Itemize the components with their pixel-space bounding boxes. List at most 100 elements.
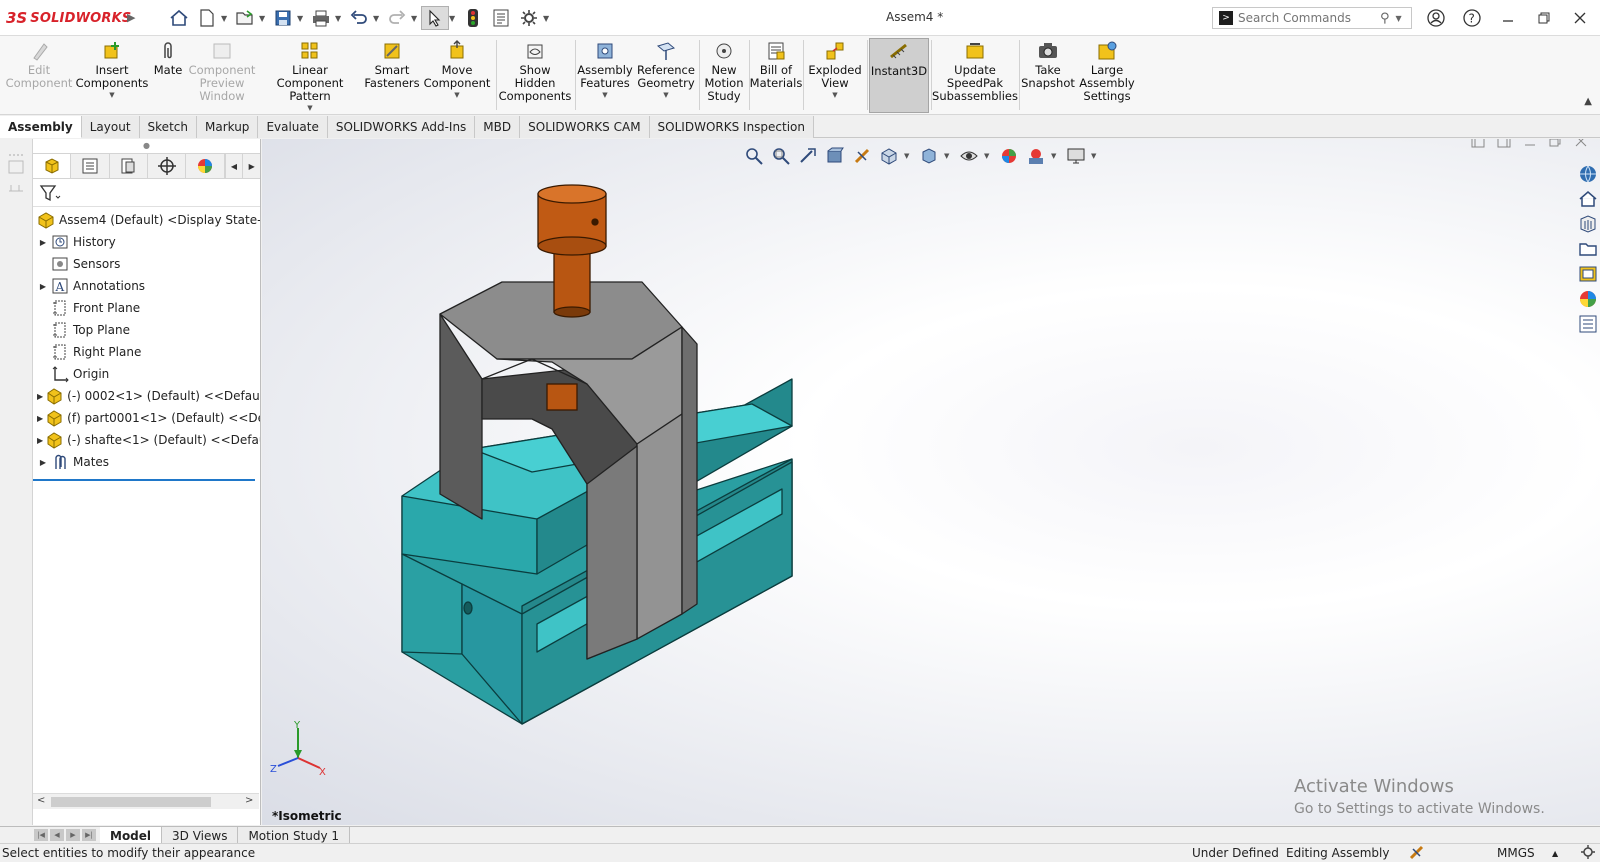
sketch-tools-icon[interactable] <box>5 147 29 207</box>
smart-fasteners-button[interactable]: Smart Fasteners <box>364 38 420 113</box>
file-explorer-button[interactable] <box>1577 238 1599 260</box>
section-view-button[interactable] <box>823 144 847 168</box>
print-button[interactable] <box>307 6 335 30</box>
menu-expand-icon[interactable]: ▶ <box>127 11 135 24</box>
rebuild-button[interactable] <box>459 6 487 30</box>
tree-horizontal-scrollbar[interactable]: < > <box>33 793 259 809</box>
tree-item-shafte[interactable]: ▶ (-) shafte<1> (Default) <<Default <box>33 429 260 451</box>
reference-geometry-dropdown-icon[interactable]: ▼ <box>663 91 668 99</box>
viewport-tile-right-icon[interactable] <box>1496 139 1514 149</box>
tab-mbd[interactable]: MBD <box>475 116 521 138</box>
new-document-button[interactable] <box>193 6 221 30</box>
move-component-dropdown-icon[interactable]: ▼ <box>454 91 459 99</box>
assembly-features-dropdown-icon[interactable]: ▼ <box>602 91 607 99</box>
view-settings-dropdown-icon[interactable]: ▼ <box>1091 152 1101 160</box>
tab-addins[interactable]: SOLIDWORKS Add-Ins <box>327 116 476 138</box>
reference-geometry-button[interactable]: Reference Geometry ▼ <box>635 38 697 113</box>
component-preview-window-button[interactable]: Component Preview Window <box>188 38 256 113</box>
graphics-area[interactable]: ▼ ▼ ▼ ▼ ▼ <box>262 139 1600 825</box>
save-button[interactable] <box>269 6 297 30</box>
property-manager-tab[interactable] <box>71 154 110 178</box>
exploded-view-dropdown-icon[interactable]: ▼ <box>832 91 837 99</box>
scroll-thumb[interactable] <box>51 797 211 807</box>
tab-sketch[interactable]: Sketch <box>139 116 197 138</box>
display-manager-tab[interactable] <box>186 154 225 178</box>
customize-status-icon[interactable] <box>1580 844 1596 860</box>
undo-dropdown-icon[interactable]: ▼ <box>373 14 383 23</box>
tab-motion-study[interactable]: Motion Study 1 <box>238 827 351 844</box>
prev-tab-icon[interactable]: ◀ <box>50 829 64 841</box>
zoom-to-area-button[interactable] <box>769 144 793 168</box>
options-button[interactable] <box>515 6 543 30</box>
options-dropdown-icon[interactable]: ▼ <box>543 14 553 23</box>
tree-filter[interactable] <box>33 179 260 207</box>
rebuild-status-icon[interactable] <box>1408 844 1426 860</box>
tree-item-part0001[interactable]: ▶ (f) part0001<1> (Default) <<Defau <box>33 407 260 429</box>
tab-markup[interactable]: Markup <box>196 116 259 138</box>
tab-cam[interactable]: SOLIDWORKS CAM <box>520 116 650 138</box>
expand-arrow-icon[interactable]: ▶ <box>37 238 49 247</box>
viewport-restore-icon[interactable] <box>1547 139 1565 149</box>
tab-3d-views[interactable]: 3D Views <box>162 827 239 844</box>
design-library-button[interactable] <box>1577 213 1599 235</box>
undo-button[interactable] <box>345 6 373 30</box>
units-status[interactable]: MMGS <box>1497 846 1535 860</box>
new-motion-study-button[interactable]: New Motion Study <box>701 38 747 113</box>
select-button[interactable] <box>421 6 449 30</box>
print-dropdown-icon[interactable]: ▼ <box>335 14 345 23</box>
tab-layout[interactable]: Layout <box>81 116 140 138</box>
select-dropdown-icon[interactable]: ▼ <box>449 14 459 23</box>
tab-inspection[interactable]: SOLIDWORKS Inspection <box>649 116 815 138</box>
bill-of-materials-button[interactable]: Bill of Materials <box>750 38 802 113</box>
tree-item-right-plane[interactable]: Right Plane <box>33 341 260 363</box>
collapse-ribbon-icon[interactable]: ▲ <box>1584 96 1592 107</box>
tree-item-top-plane[interactable]: Top Plane <box>33 319 260 341</box>
help-button[interactable]: ? <box>1457 6 1487 30</box>
appearances-button[interactable] <box>1577 288 1599 310</box>
take-snapshot-button[interactable]: Take Snapshot <box>1021 38 1075 113</box>
redo-button[interactable] <box>383 6 411 30</box>
tree-item-front-plane[interactable]: Front Plane <box>33 297 260 319</box>
redo-dropdown-icon[interactable]: ▼ <box>411 14 421 23</box>
tab-evaluate[interactable]: Evaluate <box>258 116 328 138</box>
user-account-button[interactable] <box>1421 6 1451 30</box>
assembly-features-button[interactable]: Assembly Features ▼ <box>577 38 633 113</box>
linear-component-pattern-button[interactable]: Linear Component Pattern ▼ <box>258 38 362 113</box>
view-palette-button[interactable] <box>1577 263 1599 285</box>
insert-components-button[interactable]: Insert Components ▼ <box>76 38 148 113</box>
apply-scene-dropdown-icon[interactable]: ▼ <box>1051 152 1061 160</box>
update-speedpak-button[interactable]: Update SpeedPak Subassemblies <box>932 38 1018 113</box>
tree-item-part-0002[interactable]: ▶ (-) 0002<1> (Default) <<Default>_ <box>33 385 260 407</box>
new-dropdown-icon[interactable]: ▼ <box>221 14 231 23</box>
tabs-scroll-right-icon[interactable]: ▶ <box>242 154 260 178</box>
solidworks-resources-button[interactable] <box>1577 163 1599 185</box>
view-orientation-button[interactable] <box>877 144 901 168</box>
tab-assembly[interactable]: Assembly <box>0 116 82 138</box>
tree-item-origin[interactable]: Origin <box>33 363 260 385</box>
save-dropdown-icon[interactable]: ▼ <box>297 14 307 23</box>
edit-appearance-button[interactable] <box>997 144 1021 168</box>
feature-tree-tab[interactable] <box>33 154 72 178</box>
dynamic-annotation-button[interactable] <box>850 144 874 168</box>
last-tab-icon[interactable]: ▶| <box>82 829 96 841</box>
tree-item-history[interactable]: ▶ History <box>33 231 260 253</box>
hide-show-dropdown-icon[interactable]: ▼ <box>984 152 994 160</box>
open-dropdown-icon[interactable]: ▼ <box>259 14 269 23</box>
assembly-3d-model[interactable] <box>392 184 932 784</box>
file-properties-button[interactable] <box>487 6 515 30</box>
configuration-manager-tab[interactable] <box>110 154 148 178</box>
view-orientation-dropdown-icon[interactable]: ▼ <box>904 152 914 160</box>
scroll-right-icon[interactable]: > <box>245 795 253 806</box>
expand-arrow-icon[interactable]: ▶ <box>37 458 49 467</box>
viewport-tile-left-icon[interactable] <box>1470 139 1488 149</box>
hide-show-items-button[interactable] <box>957 144 981 168</box>
exploded-view-button[interactable]: Exploded View ▼ <box>805 38 865 113</box>
expand-arrow-icon[interactable]: ▶ <box>37 282 49 291</box>
edit-component-button[interactable]: Edit Component <box>4 38 74 113</box>
search-icon[interactable]: ⚲ <box>1380 11 1390 26</box>
tree-item-mates[interactable]: ▶ Mates <box>33 451 260 473</box>
solidworks-logo[interactable]: 3S SOLIDWORKS <box>6 9 131 27</box>
instant3d-button[interactable]: Instant3D <box>869 38 929 113</box>
previous-view-button[interactable] <box>796 144 820 168</box>
restore-button[interactable] <box>1529 6 1559 30</box>
